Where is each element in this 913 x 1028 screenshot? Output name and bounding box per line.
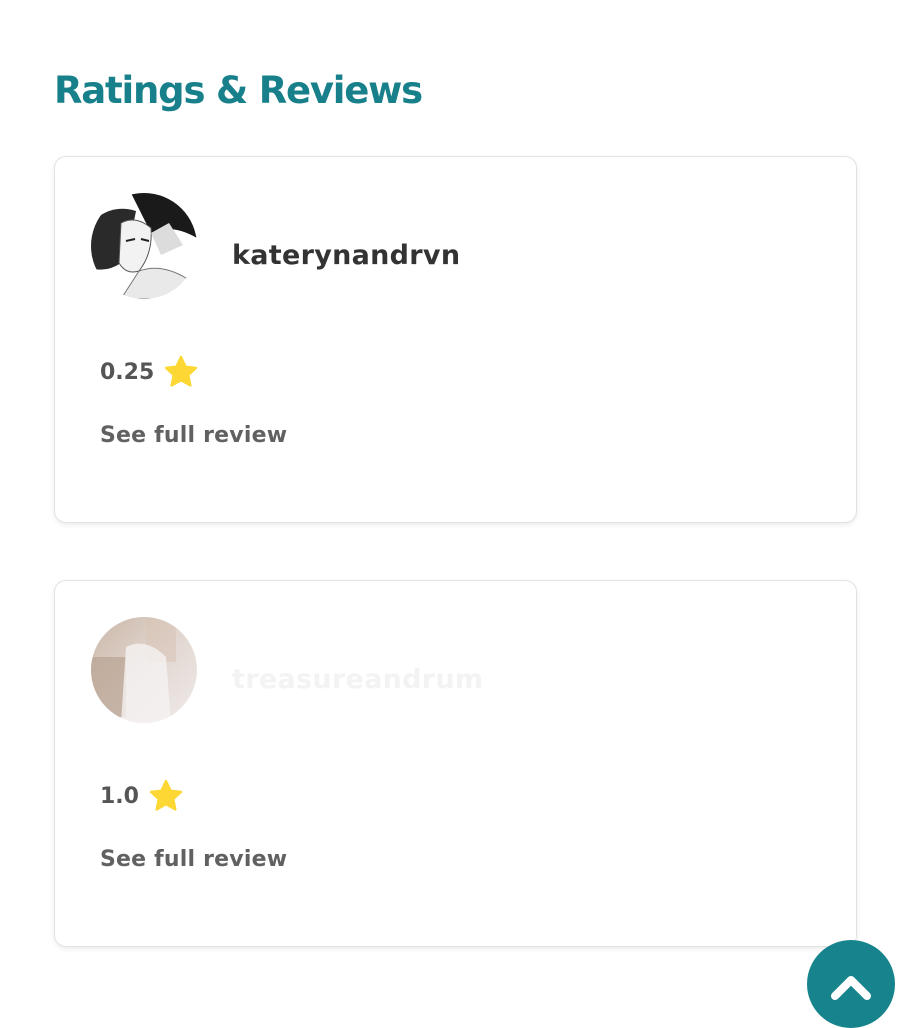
see-full-review-link[interactable]: See full review	[100, 847, 287, 872]
scroll-to-top-button[interactable]	[807, 940, 895, 1028]
rating-row: 1.0	[100, 777, 185, 815]
avatar[interactable]	[91, 617, 197, 723]
review-card: treasureandrum 1.0 See full review	[54, 580, 857, 947]
username[interactable]: treasureandrum	[232, 664, 483, 695]
see-full-review-link[interactable]: See full review	[100, 423, 287, 448]
rating-value: 0.25	[100, 359, 155, 385]
avatar-image	[91, 617, 197, 723]
rating-row: 0.25	[100, 353, 200, 391]
star-icon	[162, 353, 200, 391]
username[interactable]: katerynandrvn	[232, 240, 460, 271]
review-card: katerynandrvn 0.25 See full review	[54, 156, 857, 523]
section-title: Ratings & Reviews	[54, 69, 423, 112]
star-icon	[147, 777, 185, 815]
chevron-up-icon	[831, 976, 871, 1000]
avatar-image	[91, 193, 197, 299]
avatar[interactable]	[91, 193, 197, 299]
rating-value: 1.0	[100, 783, 139, 809]
